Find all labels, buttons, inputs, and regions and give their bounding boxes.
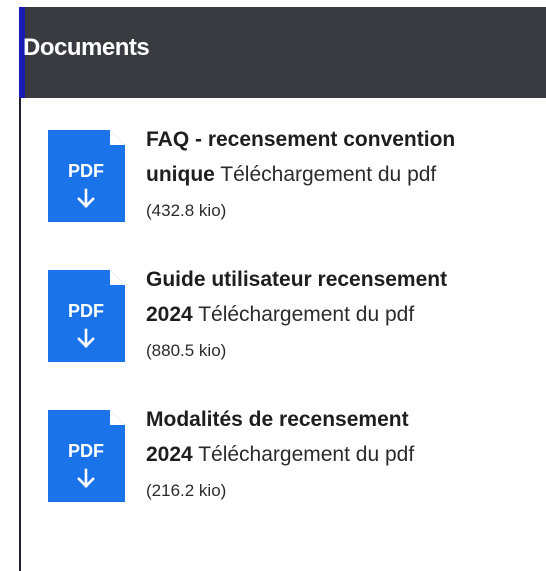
file-size: (432.8 kio) [146,201,227,220]
document-title-continued: unique [146,163,215,186]
file-size: (216.2 kio) [146,481,227,500]
file-size: (880.5 kio) [146,341,227,360]
document-title-continued: 2024 [146,303,193,326]
document-list: PDF FAQ - recensement convention unique … [0,0,546,571]
document-title: Guide utilisateur recensement [146,268,448,291]
document-link-guide[interactable]: PDF Guide utilisateur recensement 2024 T… [48,268,546,400]
documents-page: Documents PDF FAQ - recensement conventi… [0,0,546,571]
pdf-icon-label: PDF [68,301,104,321]
pdf-icon-label: PDF [68,441,104,461]
document-link-faq[interactable]: PDF FAQ - recensement convention unique … [48,128,546,260]
pdf-download-icon[interactable]: PDF [48,410,125,502]
download-label: Téléchargement du pdf [198,303,415,326]
pdf-icon-label: PDF [68,161,104,181]
document-title: FAQ - recensement convention [146,128,456,151]
download-label: Téléchargement du pdf [220,163,437,186]
pdf-download-icon[interactable]: PDF [48,270,125,362]
document-text: Modalités de recensement 2024 Télécharge… [146,402,546,507]
document-title: Modalités de recensement [146,408,409,431]
document-title-continued: 2024 [146,443,193,466]
download-label: Téléchargement du pdf [198,443,415,466]
document-text: Guide utilisateur recensement 2024 Téléc… [146,262,546,367]
document-link-modalites[interactable]: PDF Modalités de recensement 2024 Téléch… [48,408,546,540]
pdf-download-icon[interactable]: PDF [48,130,125,222]
document-text: FAQ - recensement convention unique Télé… [146,122,546,227]
